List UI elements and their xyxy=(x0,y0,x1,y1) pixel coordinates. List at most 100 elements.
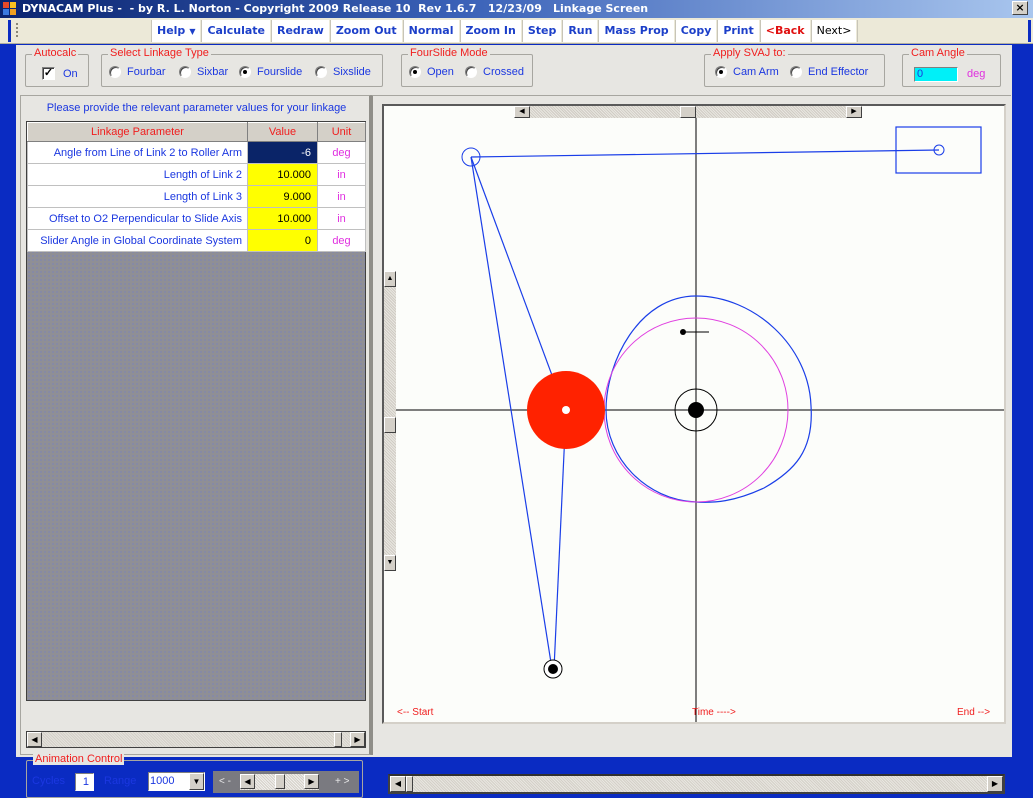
parameter-unit: in xyxy=(317,163,366,186)
roller-pin xyxy=(562,406,570,414)
toolbar-grip[interactable] xyxy=(16,23,18,39)
fourslide-mode-title: FourSlide Mode xyxy=(408,47,490,59)
help-label: Help xyxy=(157,24,186,37)
time-step-back-button[interactable]: ◀ xyxy=(390,776,406,792)
speed-decrease-button[interactable]: ◀ xyxy=(240,774,255,789)
autocalc-label: On xyxy=(63,67,78,80)
next-button[interactable]: Next> xyxy=(810,20,857,42)
slower-label: < - xyxy=(219,776,231,787)
coupler-link xyxy=(470,149,940,158)
toolbar-separator xyxy=(857,20,859,42)
arrow-right-icon: ▶ xyxy=(354,735,361,744)
parameter-name: Slider Angle in Global Coordinate System xyxy=(27,229,248,252)
arrow-right-icon: ▶ xyxy=(851,108,857,115)
ground-pivot xyxy=(548,664,558,674)
parameter-value-input[interactable]: 0 xyxy=(247,229,318,252)
radio-end-effector[interactable]: End Effector xyxy=(790,66,868,78)
speed-increase-button[interactable]: ▶ xyxy=(304,774,319,789)
parameter-name: Length of Link 2 xyxy=(27,163,248,186)
cam-profile xyxy=(605,295,812,503)
zoom-in-button[interactable]: Zoom In xyxy=(459,20,521,42)
pan-right-button[interactable]: ▶ xyxy=(846,106,862,118)
parameter-grid: Linkage Parameter Value Unit Angle from … xyxy=(26,121,366,701)
plot-horizontal-pan-scrollbar[interactable]: ◀ ▶ xyxy=(514,106,862,118)
parameter-value-input[interactable]: 10.000 xyxy=(247,163,318,186)
roller-arm xyxy=(470,156,557,387)
speed-slider[interactable]: < - ◀ ▶ + > xyxy=(213,771,359,793)
speed-track[interactable]: ◀ ▶ xyxy=(240,774,319,790)
plot-vertical-pan-scrollbar[interactable]: ▲ ▼ xyxy=(384,271,396,571)
dropdown-arrow-icon[interactable]: ▼ xyxy=(189,773,204,790)
copy-button[interactable]: Copy xyxy=(674,20,717,42)
run-button[interactable]: Run xyxy=(562,20,598,42)
radio-cam-arm[interactable]: Cam Arm xyxy=(715,66,779,78)
pan-left-button[interactable]: ◀ xyxy=(514,106,530,118)
radio-label: Sixslide xyxy=(333,66,371,78)
start-label: <-- Start xyxy=(397,707,434,718)
pan-down-button[interactable]: ▼ xyxy=(384,555,396,571)
help-menu-button[interactable]: Help ▼ xyxy=(151,20,201,42)
scroll-right-button[interactable]: ▶ xyxy=(350,732,365,747)
scroll-left-button[interactable]: ◀ xyxy=(27,732,42,747)
speed-thumb[interactable] xyxy=(274,774,285,789)
radio-fourbar[interactable]: Fourbar xyxy=(109,66,166,78)
animation-control-title: Animation Control xyxy=(33,753,125,765)
radio-label: Fourslide xyxy=(257,66,303,78)
radio-selected-icon xyxy=(239,66,251,78)
parameter-value-input[interactable]: 10.000 xyxy=(247,207,318,230)
parameter-value-input[interactable]: 9.000 xyxy=(247,185,318,208)
linkage-screen: Autocalc ✓ On Select Linkage Type Fourba… xyxy=(16,45,1012,798)
normal-button[interactable]: Normal xyxy=(402,20,459,42)
parameter-instruction: Please provide the relevant parameter va… xyxy=(46,102,347,114)
apply-svaj-title: Apply SVAJ to: xyxy=(711,47,788,59)
app-icon xyxy=(3,2,17,16)
mass-prop-button[interactable]: Mass Prop xyxy=(598,20,674,42)
pan-horizontal-thumb[interactable] xyxy=(680,106,696,118)
radio-sixslide[interactable]: Sixslide xyxy=(315,66,371,78)
radio-fourslide[interactable]: Fourslide xyxy=(239,66,302,78)
calculate-button[interactable]: Calculate xyxy=(201,20,270,42)
range-value: 1000 xyxy=(150,775,175,787)
parameter-unit: in xyxy=(317,207,366,230)
time-step-forward-button[interactable]: ▶ xyxy=(987,776,1003,792)
column-header-unit[interactable]: Unit xyxy=(317,122,366,142)
parameter-grid-scrollbar[interactable]: ◀ ▶ xyxy=(26,731,366,748)
table-row: Offset to O2 Perpendicular to Slide Axis… xyxy=(27,207,366,230)
column-header-value[interactable]: Value xyxy=(247,122,318,142)
table-row: Angle from Line of Link 2 to Roller Arm … xyxy=(27,141,366,164)
scroll-thumb[interactable] xyxy=(334,732,342,747)
radio-label: End Effector xyxy=(808,66,869,78)
column-header-parameter[interactable]: Linkage Parameter xyxy=(27,122,248,142)
autocalc-checkbox[interactable]: ✓ On xyxy=(42,67,78,80)
cam-angle-unit: deg xyxy=(967,68,986,80)
time-scrollbar[interactable]: ◀ ▶ xyxy=(388,774,1005,794)
radio-icon xyxy=(109,66,121,78)
apply-svaj-group: Apply SVAJ to: Cam Arm End Effector xyxy=(704,47,885,87)
radio-sixbar[interactable]: Sixbar xyxy=(179,66,228,78)
time-thumb[interactable] xyxy=(406,776,413,792)
back-button[interactable]: <Back xyxy=(759,20,810,42)
pan-vertical-thumb[interactable] xyxy=(384,417,396,433)
radio-label: Open xyxy=(427,66,454,78)
radio-icon xyxy=(790,66,802,78)
linkage-plot-panel: ◀ ▶ ▲ ▼ <-- Start Time ----> End --> ◀ ▶ xyxy=(371,95,1011,794)
pan-up-button[interactable]: ▲ xyxy=(384,271,396,287)
redraw-button[interactable]: Redraw xyxy=(271,20,329,42)
arrow-down-icon: ▼ xyxy=(386,559,394,566)
close-button[interactable]: × xyxy=(1012,1,1028,15)
radio-crossed[interactable]: Crossed xyxy=(465,66,524,78)
arrow-left-icon: ◀ xyxy=(31,735,38,744)
radio-open[interactable]: Open xyxy=(409,66,454,78)
step-button[interactable]: Step xyxy=(521,20,562,42)
radio-selected-icon xyxy=(409,66,421,78)
close-icon: × xyxy=(1015,1,1025,14)
print-button[interactable]: Print xyxy=(717,20,759,42)
zoom-out-button[interactable]: Zoom Out xyxy=(329,20,402,42)
toolbar: Help ▼ Calculate Redraw Zoom Out Normal Z… xyxy=(0,18,1033,44)
cycles-input[interactable]: 1 xyxy=(75,773,94,791)
parameter-unit: in xyxy=(317,185,366,208)
linkage-drawing xyxy=(394,106,1004,722)
parameter-unit: deg xyxy=(317,141,366,164)
cam-angle-input[interactable]: 0 xyxy=(914,67,958,82)
parameter-value-input[interactable]: -6 xyxy=(247,141,318,164)
